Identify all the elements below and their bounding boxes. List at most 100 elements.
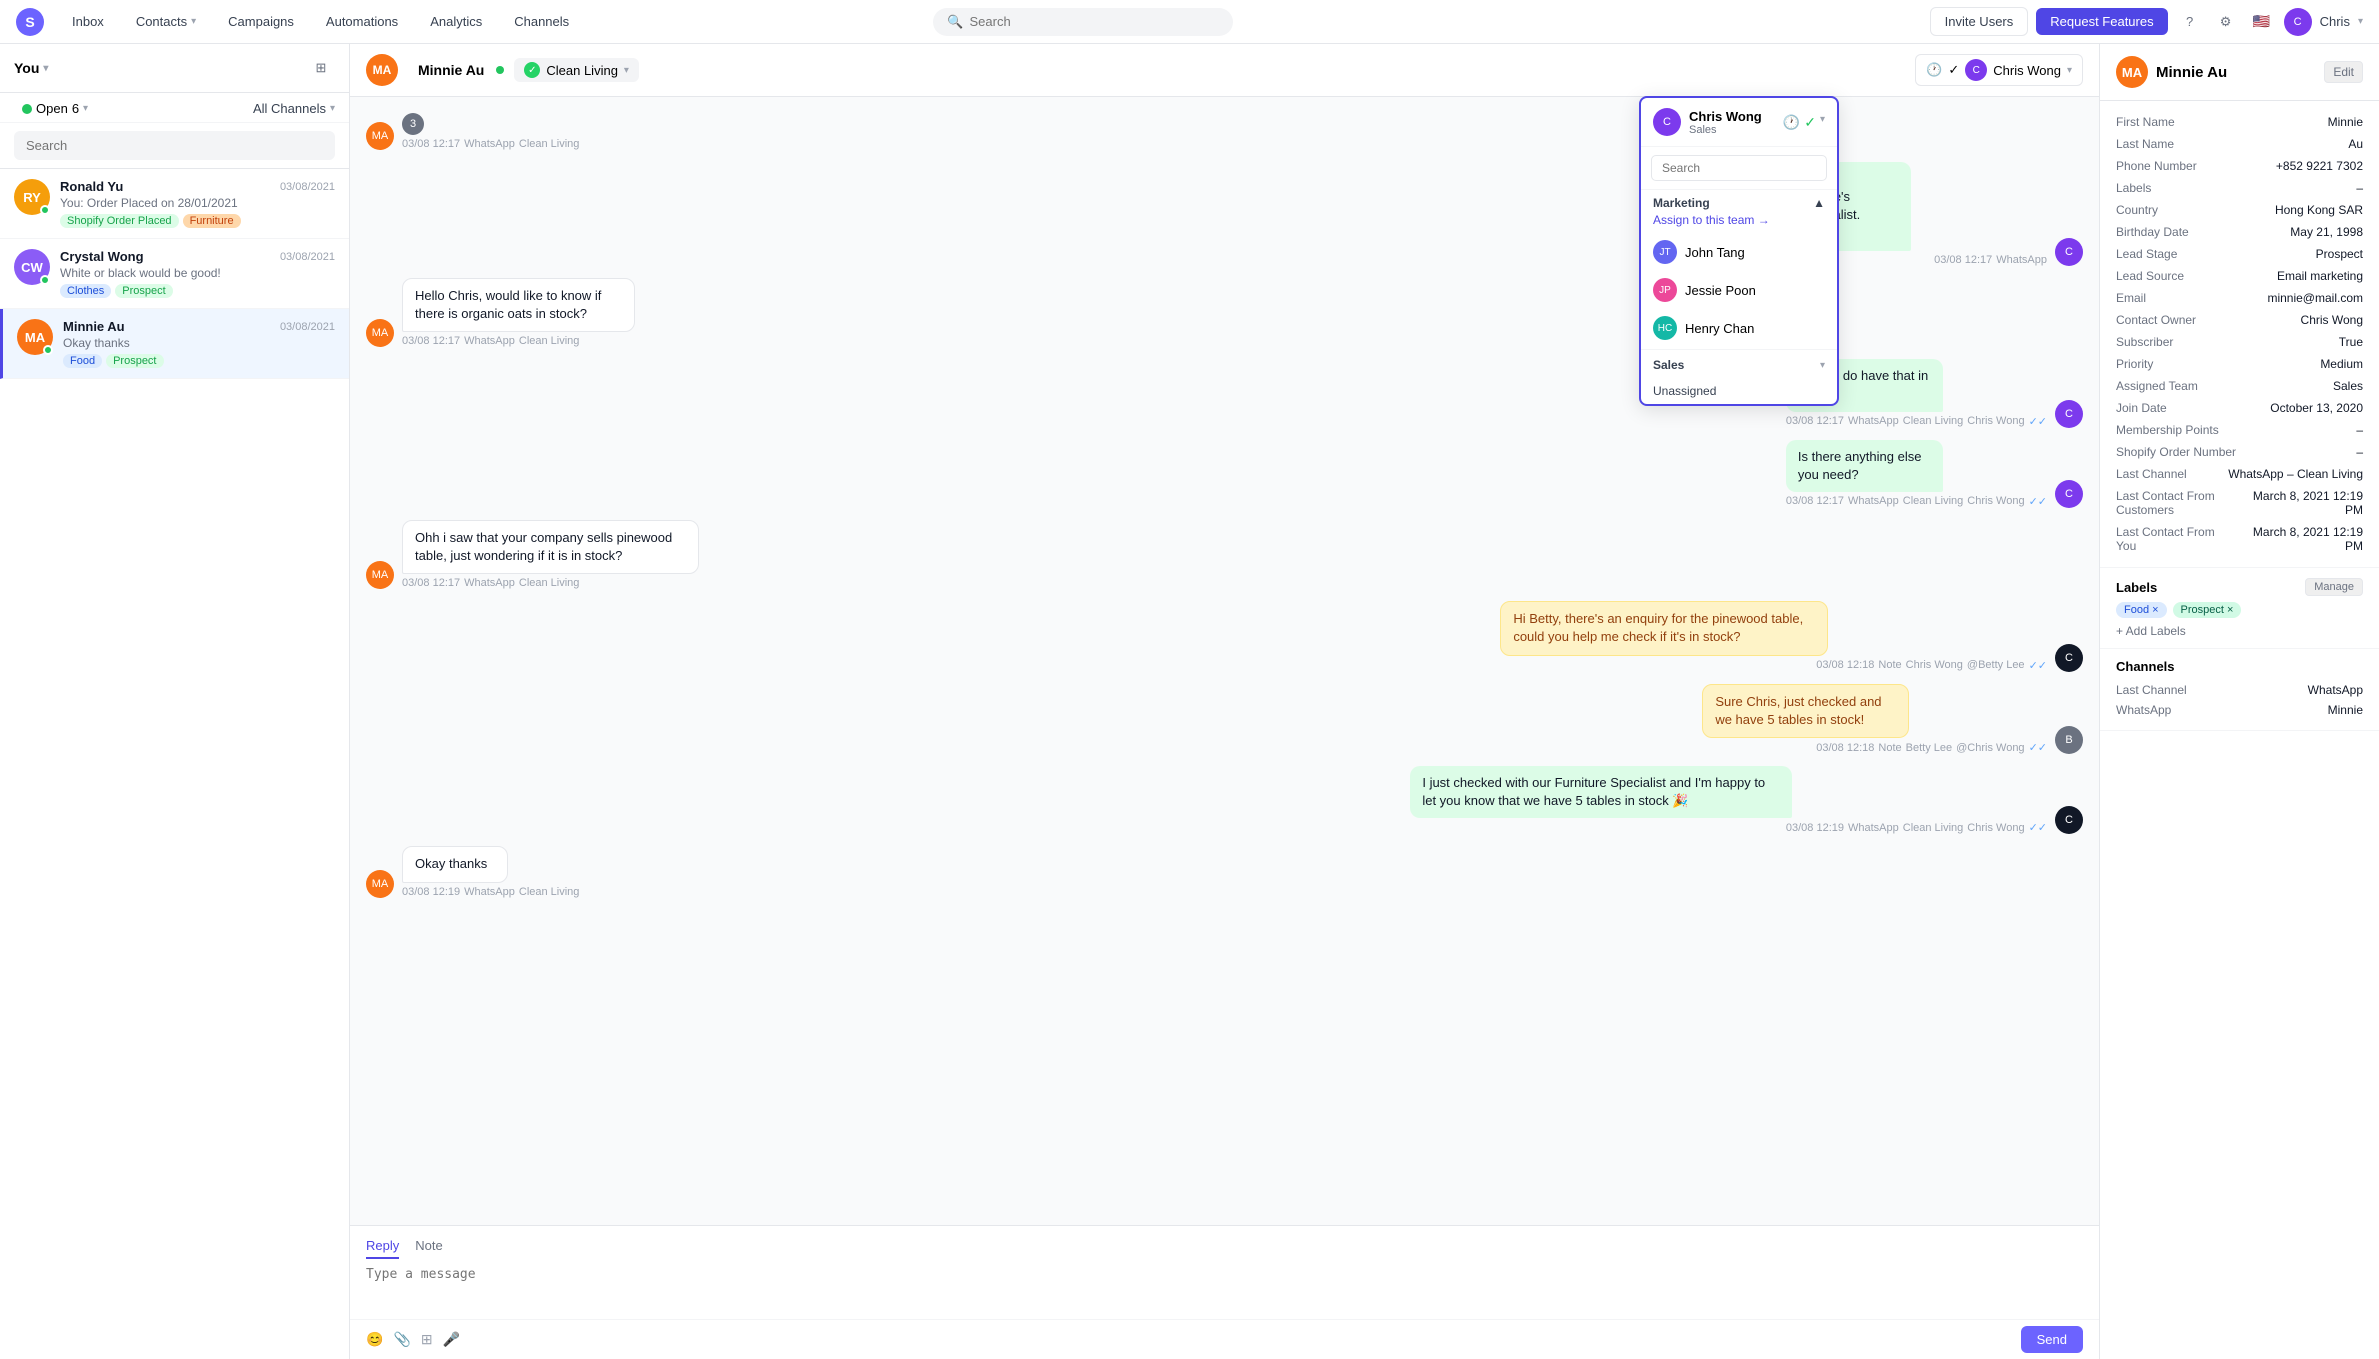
- field-last-channel: Last Channel WhatsApp – Clean Living: [2116, 463, 2363, 485]
- channels-last-channel-row: Last Channel WhatsApp: [2116, 680, 2363, 700]
- dropdown-unassigned-section[interactable]: Unassigned: [1641, 378, 1837, 404]
- nav-channels[interactable]: Channels: [502, 8, 581, 35]
- label-close-icon[interactable]: ×: [2227, 604, 2233, 616]
- field-lead-source: Lead Source Email marketing: [2116, 265, 2363, 287]
- audio-icon[interactable]: 🎤: [443, 1331, 460, 1348]
- global-search-box[interactable]: 🔍: [933, 8, 1233, 36]
- clock-action-icon[interactable]: 🕐: [1783, 114, 1800, 131]
- msg-agent-avatar: C: [2055, 400, 2083, 428]
- attachment-icon[interactable]: 📎: [393, 1331, 410, 1348]
- flag-icon[interactable]: 🇺🇸: [2248, 8, 2276, 36]
- message-row: Sure Chris, just checked and we have 5 t…: [366, 684, 2083, 754]
- conversation-item-crystal[interactable]: CW Crystal Wong 03/08/2021 White or blac…: [0, 239, 349, 309]
- assigned-agent-name: Chris Wong: [1993, 63, 2061, 78]
- search-input[interactable]: [970, 14, 1220, 29]
- field-subscriber: Subscriber True: [2116, 331, 2363, 353]
- read-receipt-icon: ✓✓: [2029, 741, 2047, 754]
- conversation-content: Crystal Wong 03/08/2021 White or black w…: [60, 249, 335, 298]
- reply-tabs: Reply Note: [350, 1226, 2099, 1259]
- msg-channel: WhatsApp: [464, 886, 515, 898]
- field-email: Email minnie@mail.com: [2116, 287, 2363, 309]
- tab-reply[interactable]: Reply: [366, 1234, 399, 1259]
- contact-panel-header: MA Minnie Au Edit: [2100, 44, 2379, 101]
- manage-labels-button[interactable]: Manage: [2305, 578, 2363, 596]
- send-button[interactable]: Send: [2021, 1326, 2083, 1353]
- msg-agent: Betty Lee: [1906, 742, 1952, 754]
- label-prospect[interactable]: Prospect ×: [2173, 602, 2242, 618]
- assign-agent-dropdown: C Chris Wong Sales 🕐 ✓ ▾ Marketing ▲ A: [1639, 96, 1839, 406]
- sales-chevron-icon: ▾: [1820, 360, 1825, 371]
- dropdown-sales-section[interactable]: Sales ▾: [1641, 352, 1837, 378]
- edit-contact-button[interactable]: Edit: [2324, 61, 2363, 83]
- field-assigned-team: Assigned Team Sales: [2116, 375, 2363, 397]
- message-bubble: Is there anything else you need?: [1786, 440, 1943, 492]
- msg-agent: Chris Wong: [1967, 415, 2024, 427]
- you-label: You: [14, 60, 39, 76]
- conversation-tags: Food Prospect: [63, 354, 335, 368]
- msg-source: Clean Living: [519, 335, 580, 347]
- you-filter[interactable]: You ▾: [14, 60, 48, 76]
- read-receipt-icon: ✓✓: [2029, 821, 2047, 834]
- read-receipt-icon: ✓✓: [2029, 415, 2047, 428]
- msg-channel: WhatsApp: [464, 335, 515, 347]
- add-label-button[interactable]: + Add Labels: [2116, 624, 2363, 638]
- msg-source: Clean Living: [1903, 495, 1964, 507]
- assign-agent-button[interactable]: 🕐 ✓ C Chris Wong ▾: [1915, 54, 2083, 86]
- channel-name: Clean Living: [546, 63, 618, 78]
- conversation-item-ronald[interactable]: RY Ronald Yu 03/08/2021 You: Order Place…: [0, 169, 349, 239]
- dropdown-agent-info: Chris Wong Sales: [1689, 109, 1762, 136]
- reply-input[interactable]: [366, 1267, 2083, 1297]
- channel-badge[interactable]: ✓ Clean Living ▾: [514, 58, 639, 82]
- nav-analytics[interactable]: Analytics: [418, 8, 494, 35]
- sidebar-grid-icon[interactable]: ⊞: [307, 54, 335, 82]
- dropdown-search-input[interactable]: [1651, 155, 1827, 181]
- assign-team-link[interactable]: Assign to this team →: [1641, 213, 1837, 233]
- conversation-search-input[interactable]: [14, 131, 335, 160]
- message-bubble-note: Hi Betty, there's an enquiry for the pin…: [1500, 601, 1828, 655]
- all-channels-filter[interactable]: All Channels ▾: [253, 101, 335, 116]
- msg-channel: WhatsApp: [1848, 415, 1899, 427]
- user-menu-chevron[interactable]: ▾: [2358, 16, 2363, 27]
- online-status-dot: [40, 205, 50, 215]
- check-action-icon[interactable]: ✓: [1804, 114, 1816, 131]
- msg-agent-avatar: B: [2055, 726, 2083, 754]
- user-avatar[interactable]: C: [2284, 8, 2312, 36]
- assigned-agent-avatar: C: [1965, 59, 1987, 81]
- message-number-badge: 3: [402, 113, 424, 135]
- agent-item-john[interactable]: JT John Tang: [1641, 233, 1837, 271]
- nav-inbox[interactable]: Inbox: [60, 8, 116, 35]
- message-content-wrapper: Hi Betty, there's an enquiry for the pin…: [1500, 601, 2047, 671]
- nav-contacts[interactable]: Contacts ▾: [124, 8, 208, 35]
- label-close-icon[interactable]: ×: [2152, 604, 2158, 616]
- dropdown-chevron-icon[interactable]: ▾: [1820, 114, 1825, 131]
- reply-box: Reply Note 😊 📎 ⊞ 🎤 Send: [350, 1225, 2099, 1359]
- main-layout: You ▾ ⊞ Open 6 ▾ All Channels ▾: [0, 44, 2379, 1359]
- msg-time: 03/08 12:18: [1816, 659, 1874, 671]
- emoji-icon[interactable]: 😊: [366, 1331, 383, 1348]
- invite-users-button[interactable]: Invite Users: [1930, 7, 2029, 36]
- nav-automations[interactable]: Automations: [314, 8, 410, 35]
- nav-campaigns[interactable]: Campaigns: [216, 8, 306, 35]
- tab-note[interactable]: Note: [415, 1234, 442, 1259]
- msg-avatar: MA: [366, 319, 394, 347]
- msg-channel: WhatsApp: [464, 577, 515, 589]
- template-icon[interactable]: ⊞: [421, 1331, 433, 1348]
- agent-item-jessie[interactable]: JP Jessie Poon: [1641, 271, 1837, 309]
- contact-detail-panel: MA Minnie Au Edit First Name Minnie Last…: [2099, 44, 2379, 1359]
- msg-type: Note: [1878, 742, 1901, 754]
- app-logo[interactable]: S: [16, 8, 44, 36]
- msg-channel: WhatsApp: [464, 138, 515, 150]
- chat-contact-name: Minnie Au: [418, 62, 484, 78]
- message-bubble: I just checked with our Furniture Specia…: [1410, 766, 1792, 818]
- open-status-filter[interactable]: Open 6 ▾: [14, 99, 96, 118]
- label-food[interactable]: Food ×: [2116, 602, 2167, 618]
- help-icon[interactable]: ?: [2176, 8, 2204, 36]
- msg-channel: WhatsApp: [1848, 822, 1899, 834]
- request-features-button[interactable]: Request Features: [2036, 8, 2167, 35]
- online-status-indicator: [496, 66, 504, 74]
- agent-item-henry[interactable]: HC Henry Chan: [1641, 309, 1837, 347]
- channels-chevron-icon: ▾: [330, 103, 335, 114]
- msg-channel: WhatsApp: [1848, 495, 1899, 507]
- conversation-item-minnie[interactable]: MA Minnie Au 03/08/2021 Okay thanks Food…: [0, 309, 349, 379]
- settings-icon[interactable]: ⚙: [2212, 8, 2240, 36]
